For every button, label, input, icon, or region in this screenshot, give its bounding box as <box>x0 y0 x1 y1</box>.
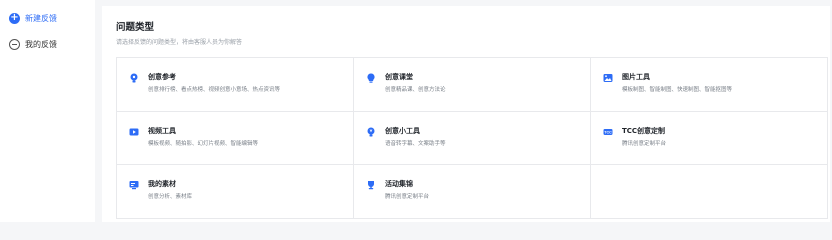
new-feedback-nav[interactable]: + 新建反馈 <box>9 11 57 25</box>
category-card[interactable]: 创意小工具 语音转字幕、文案助手等 <box>354 111 591 166</box>
video-icon <box>129 127 139 137</box>
category-desc: 创意分析、素材库 <box>148 194 193 201</box>
category-card[interactable]: 活动集锦 腾讯创意定制平台 <box>354 165 591 219</box>
new-feedback-label: 新建反馈 <box>25 13 57 23</box>
main-panel: 问题类型 请选择反馈的问题类型，将由客服人员为你解答 创意参考 创意排行榜、看点… <box>102 6 830 222</box>
category-desc: 腾讯创意定制平台 <box>622 140 667 147</box>
my-feedback-label: 我的反馈 <box>25 39 57 49</box>
image-icon <box>603 73 613 83</box>
category-name: TCC创意定制 <box>622 126 666 135</box>
svg-text:TCC: TCC <box>604 130 612 134</box>
category-desc: 模板制图、智能制图、快速制图、智能抠图等 <box>622 87 733 93</box>
material-icon <box>129 180 139 190</box>
category-desc: 腾讯创意定制平台 <box>385 194 430 201</box>
category-name: 图片工具 <box>622 73 650 81</box>
my-feedback-nav[interactable]: 我的反馈 <box>9 37 57 51</box>
category-name: 创意课堂 <box>385 73 413 81</box>
category-grid: 创意参考 创意排行榜、看点热榜、视频创意小意场、热点资讯等 创意课堂 创意精品课… <box>116 57 828 219</box>
empty-cell <box>591 165 828 219</box>
category-card[interactable]: 创意课堂 创意精品课、创意方法论 <box>354 58 591 112</box>
category-desc: 创意精品课、创意方法论 <box>385 87 446 93</box>
category-name: 创意小工具 <box>385 126 420 135</box>
tool-bulb-icon <box>366 127 376 137</box>
category-card[interactable]: 创意参考 创意排行榜、看点热榜、视频创意小意场、热点资讯等 <box>117 58 354 112</box>
chat-icon <box>9 38 20 50</box>
category-name: 创意参考 <box>148 73 176 81</box>
page-subtitle: 请选择反馈的问题类型，将由客服人员为你解答 <box>116 39 243 46</box>
category-desc: 模板视频、随拍影、幻灯片视频、智能编辑等 <box>148 140 259 147</box>
category-desc: 语音转字幕、文案助手等 <box>385 140 446 147</box>
plus-circle-icon: + <box>9 12 20 24</box>
page-title: 问题类型 <box>116 22 155 33</box>
category-name: 我的素材 <box>148 180 176 189</box>
sidebar: + 新建反馈 我的反馈 <box>0 0 95 222</box>
category-card[interactable]: 视频工具 模板视频、随拍影、幻灯片视频、智能编辑等 <box>117 111 354 166</box>
category-name: 视频工具 <box>148 126 176 135</box>
bulb-icon <box>129 73 139 83</box>
category-card[interactable]: 图片工具 模板制图、智能制图、快速制图、智能抠图等 <box>591 58 828 112</box>
idea-icon <box>366 73 376 83</box>
trophy-icon <box>366 180 376 190</box>
tcc-icon: TCC <box>603 127 613 137</box>
category-card[interactable]: TCC TCC创意定制 腾讯创意定制平台 <box>591 111 828 166</box>
category-name: 活动集锦 <box>385 180 413 189</box>
category-card[interactable]: 我的素材 创意分析、素材库 <box>117 165 354 219</box>
category-desc: 创意排行榜、看点热榜、视频创意小意场、热点资讯等 <box>148 87 281 93</box>
